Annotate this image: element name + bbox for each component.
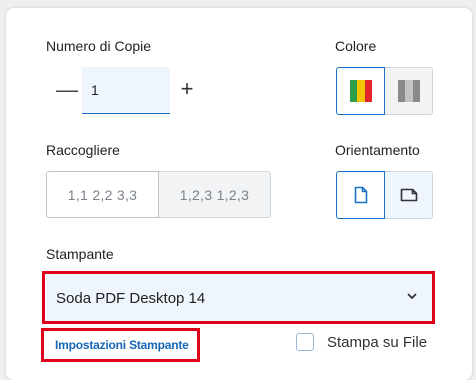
color-bars-icon [349, 80, 372, 102]
printer-select-value: Soda PDF Desktop 14 [56, 290, 206, 307]
color-label: Colore [335, 38, 377, 54]
portrait-option-button[interactable] [336, 171, 385, 219]
printer-settings-link[interactable]: Impostazioni Stampante [55, 338, 189, 352]
collate-option-2-label: 1,2,3 1,2,3 [179, 186, 250, 203]
portrait-icon [354, 186, 367, 204]
increment-button[interactable]: + [178, 78, 196, 100]
copies-label: Numero di Copie [46, 38, 152, 54]
printer-select[interactable]: Soda PDF Desktop 14 [46, 274, 432, 322]
decrement-button[interactable]: — [56, 79, 78, 101]
landscape-option-button[interactable] [384, 171, 433, 219]
copies-input[interactable] [82, 67, 170, 114]
printer-label: Stampante [46, 246, 114, 262]
print-to-file-label[interactable]: Stampa su File [327, 334, 427, 351]
landscape-icon [400, 188, 417, 202]
print-to-file-checkbox[interactable] [296, 333, 314, 351]
chevron-down-icon [407, 293, 417, 299]
collate-label: Raccogliere [46, 142, 120, 158]
collate-option-2[interactable]: 1,2,3 1,2,3 [158, 171, 271, 218]
collate-option-1[interactable]: 1,1 2,2 3,3 [46, 171, 159, 218]
grayscale-option-button[interactable] [384, 67, 433, 115]
color-option-button[interactable] [336, 67, 385, 115]
grayscale-bars-icon [397, 80, 420, 102]
collate-option-1-label: 1,1 2,2 3,3 [67, 186, 138, 203]
orientation-label: Orientamento [335, 142, 420, 158]
